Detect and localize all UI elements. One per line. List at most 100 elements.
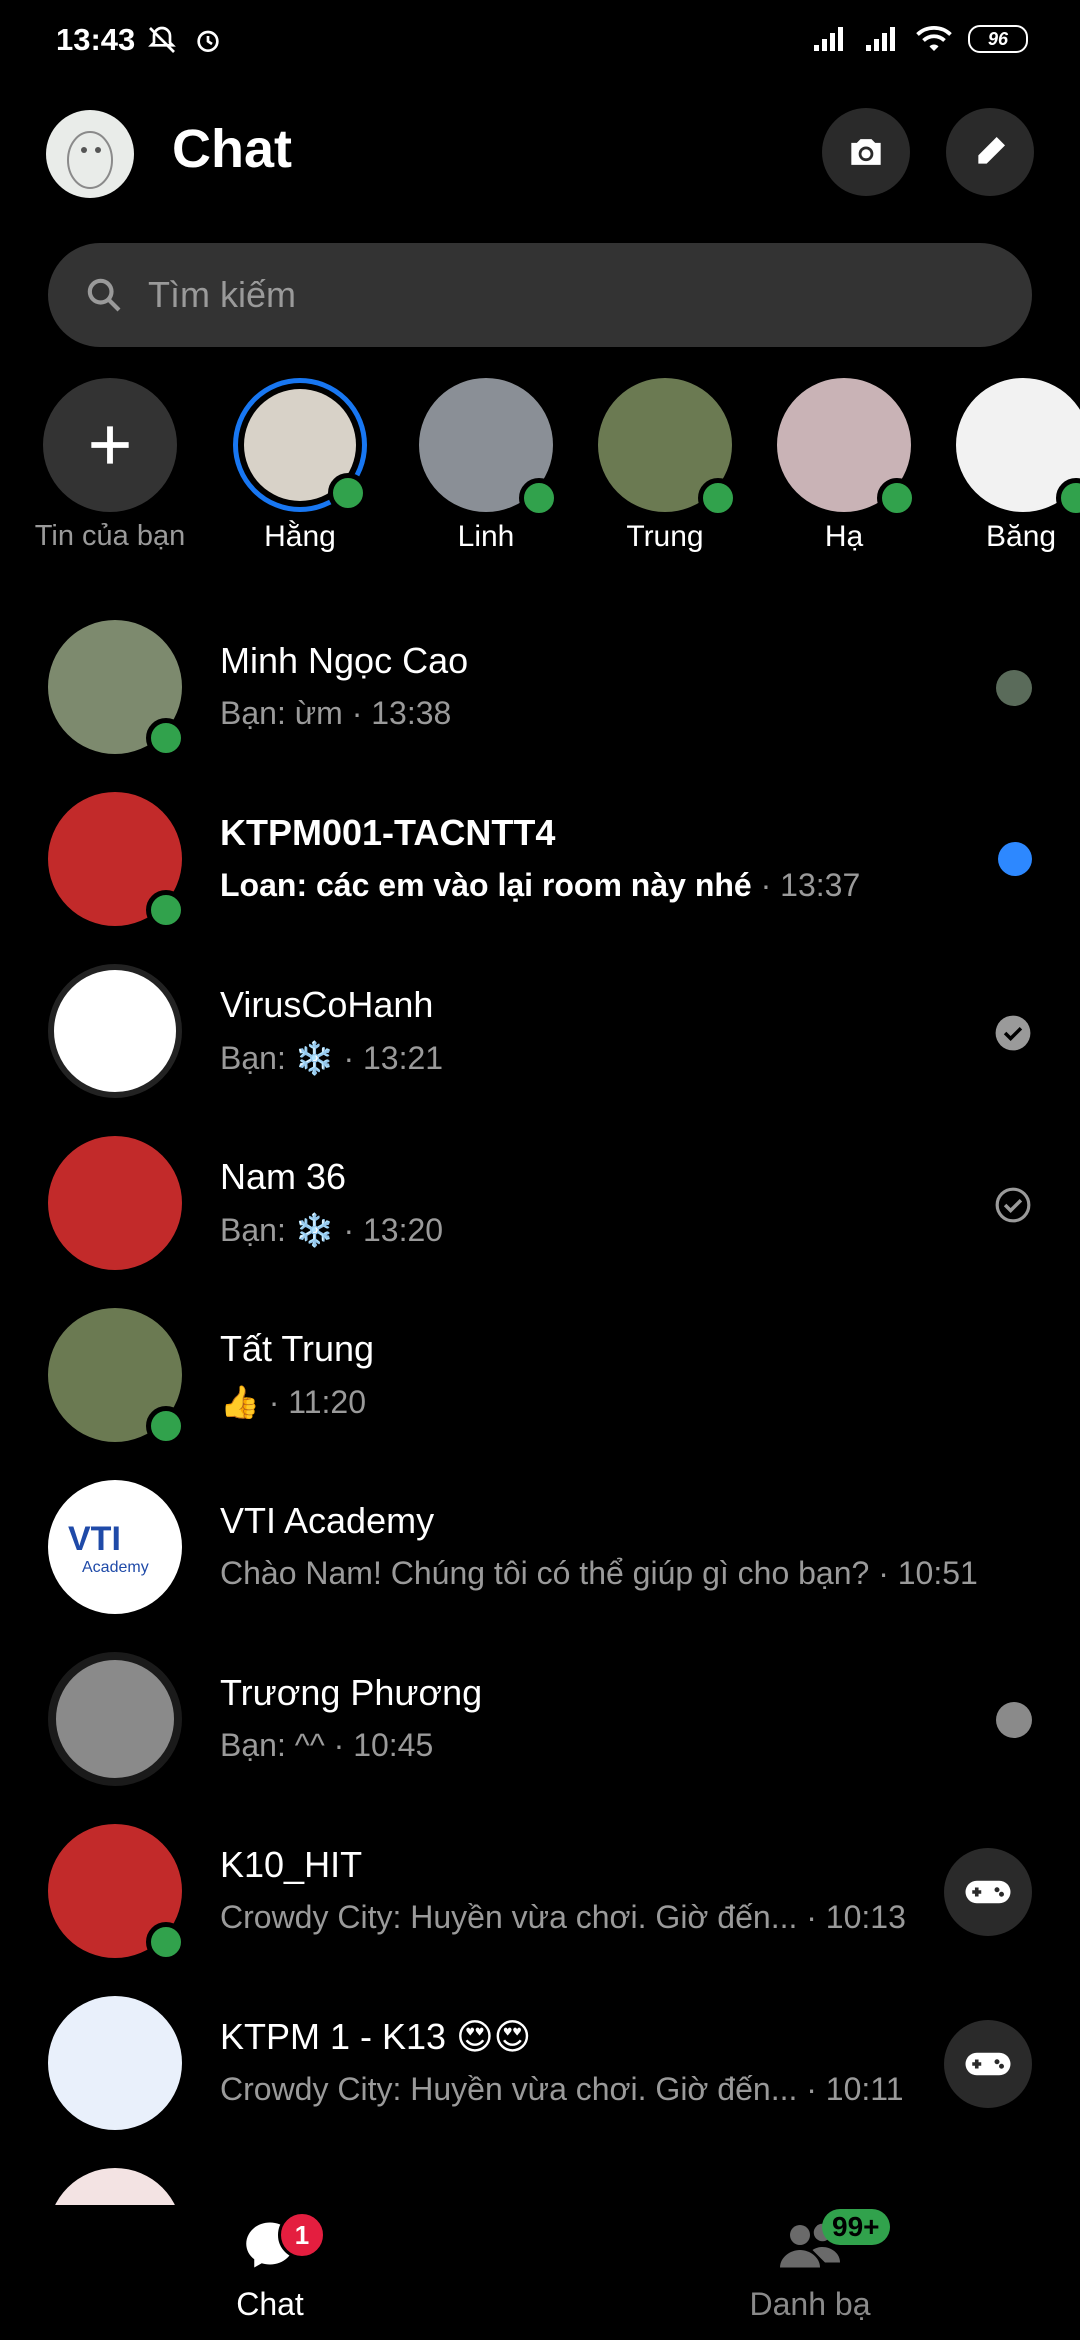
story-item[interactable]: Linh [396,378,576,554]
chat-row[interactable]: Tất Trung 👍 · 11:20 [0,1288,1080,1460]
chat-name: KTPM 1 - K13 😍😍 [220,2016,532,2057]
story-avatar [598,378,738,518]
chat-row[interactable]: KTPM001-TACNTT4 Loan: các em vào lại roo… [0,772,1080,944]
chat-avatar: VTI Academy [48,1480,182,1614]
nav-contacts-label: Danh bạ [749,2286,871,2322]
online-indicator [146,1922,186,1962]
plus-icon [91,426,129,464]
story-item[interactable]: Băng [932,378,1080,554]
chat-avatar [48,620,186,758]
search-bar[interactable] [48,243,1032,347]
chat-avatar [48,1996,182,2130]
chat-name: Tất Trung [220,1328,375,1369]
story-item[interactable]: Hạ [754,378,934,554]
story-label: Tin của bạn [34,520,186,552]
gamepad-icon [965,1880,1011,1904]
chat-row[interactable]: Trương Phương Bạn: ^^ · 10:45 [0,1632,1080,1804]
chat-preview: Bạn: ❄️ · 13:20 [220,1212,444,1248]
story-label: Hằng [264,520,336,553]
chat-row[interactable]: VirusCoHanh Bạn: ❄️ · 13:21 [0,944,1080,1116]
svg-text:Academy: Academy [82,1559,149,1576]
chat-name: VirusCoHanh [220,984,434,1025]
pencil-icon [978,137,1005,164]
story-label: Trung [626,520,704,553]
chat-preview: Crowdy City: Huyền vừa chơi. Giờ đến... … [220,2071,904,2107]
chat-avatar [48,1652,182,1786]
chat-avatar [48,1824,186,1962]
seen-avatar [996,1702,1032,1738]
chat-name: Nam 36 [220,1156,347,1197]
camera-button[interactable] [822,108,910,196]
gamepad-icon [965,2052,1011,2076]
new-message-button[interactable] [946,108,1034,196]
chat-row[interactable]: K10_HIT Crowdy City: Huyền vừa chơi. Giờ… [0,1804,1080,1976]
chat-name: K10_HIT [220,1844,363,1885]
bottom-nav [0,2205,1080,2340]
chat-avatar [48,1136,182,1270]
chat-preview: Loan: các em vào lại room này nhé · 13:3… [220,867,861,903]
online-indicator [146,890,186,930]
online-indicator [146,1406,186,1446]
online-indicator [328,473,368,513]
chat-name: Trương Phương [220,1672,483,1713]
chat-name: VTI Academy [220,1500,435,1541]
game-button[interactable] [944,1848,1032,1936]
mute-icon [148,26,176,53]
online-indicator [877,478,917,518]
chat-preview: Chào Nam! Chúng tôi có thể giúp gì cho b… [220,1555,978,1591]
story-item[interactable]: Hằng [210,378,390,554]
wifi-icon [916,26,952,51]
unread-dot [998,842,1032,876]
chat-avatar [48,964,182,1098]
story-label: Băng [986,520,1057,553]
nav-contacts-tab[interactable]: 99+ Danh bạ [730,2209,890,2323]
chat-row[interactable]: Nam 36 Bạn: ❄️ · 13:20 [0,1116,1080,1288]
delivered-check-icon [995,1015,1031,1051]
chat-row[interactable]: KTPM 1 - K13 😍😍 Crowdy City: Huyền vừa c… [0,1976,1080,2148]
story-label: Linh [457,520,515,553]
online-indicator [698,478,738,518]
seen-avatar [996,670,1032,706]
signal-icon [866,27,895,51]
story-add[interactable]: Tin của bạn [20,378,200,553]
online-indicator [1056,478,1080,518]
add-story-button[interactable] [43,378,177,512]
story-label: Hạ [824,520,864,553]
status-bar: 13:43 96 [0,0,1080,84]
online-indicator [519,478,559,518]
game-button[interactable] [944,2020,1032,2108]
story-item[interactable]: Trung [575,378,755,554]
story-avatar [777,378,917,518]
chat-preview: 👍 · 11:20 [220,1384,366,1420]
profile-avatar[interactable] [46,110,134,198]
sent-check-icon [995,1187,1031,1223]
chat-name: KTPM001-TACNTT4 [220,812,556,853]
chat-preview: Bạn: ừm · 13:38 [220,695,452,731]
vti-logo-icon: VTIAcademy [68,1520,149,1576]
story-avatar [956,378,1080,518]
chat-avatar [48,792,186,930]
search-icon [87,278,121,312]
svg-text:VTI: VTI [68,1520,121,1558]
camera-icon [851,139,881,165]
search-input[interactable] [146,273,950,317]
contacts-badge: 99+ [822,2209,890,2245]
chat-row[interactable]: VTI Academy VTI Academy Chào Nam! Chúng t… [0,1460,1080,1632]
online-indicator [146,718,186,758]
page-title: Chat [172,119,292,179]
chat-badge: 1 [278,2211,326,2259]
alarm-icon [197,30,219,52]
nav-chat-tab[interactable]: 1 Chat [210,2211,330,2323]
battery-icon: 96 [968,25,1028,53]
chat-preview: Bạn: ^^ · 10:45 [220,1727,434,1763]
signal-icon [814,27,843,51]
chat-name: Minh Ngọc Cao [220,640,469,681]
chat-preview: Bạn: ❄️ · 13:21 [220,1040,444,1076]
chat-avatar [48,1308,186,1446]
stories-row: Tin của bạn Hằng Linh Trung Hạ Băng [0,378,1080,578]
story-avatar [419,378,559,518]
status-time: 13:43 [56,22,136,57]
chat-row[interactable]: Minh Ngọc Cao Bạn: ừm · 13:38 [0,600,1080,772]
nav-chat-label: Chat [236,2286,304,2322]
chat-preview: Crowdy City: Huyền vừa chơi. Giờ đến... … [220,1899,906,1935]
